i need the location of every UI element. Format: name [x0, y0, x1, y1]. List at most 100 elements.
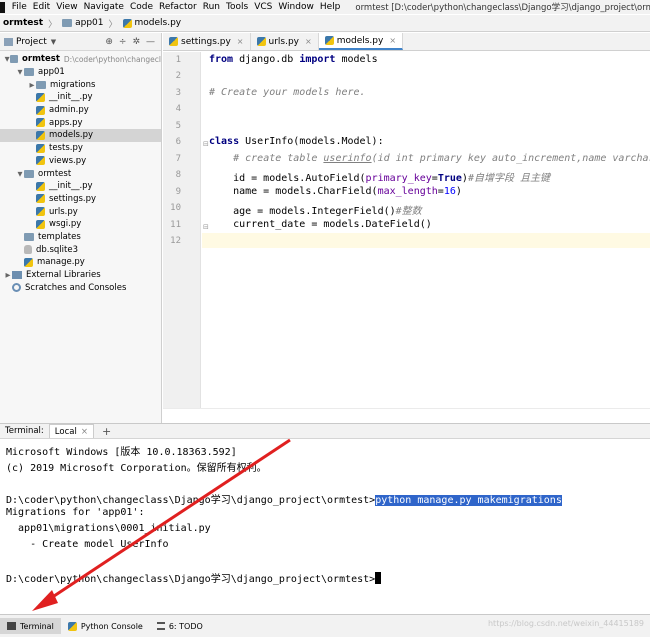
chevron-down-icon[interactable]: ▼: [16, 170, 24, 178]
hide-icon[interactable]: —: [146, 37, 155, 47]
project-icon: [4, 37, 13, 46]
menu-help[interactable]: Help: [317, 2, 344, 12]
tree-item[interactable]: views.py: [0, 155, 161, 168]
tree-item[interactable]: ▼ ormtest: [0, 167, 161, 180]
tree-item[interactable]: urls.py: [0, 205, 161, 218]
tree-item-label: admin.py: [49, 105, 89, 116]
tree-item[interactable]: admin.py: [0, 104, 161, 117]
code-editor[interactable]: 1 2 3 4 5 6 7 8 9 10 11 12 ⊟ ⊟ from djan…: [163, 52, 650, 408]
python-console-tool-button[interactable]: Python Console: [61, 618, 150, 634]
terminal-tool-button[interactable]: Terminal: [0, 618, 61, 634]
fold-marker-icon[interactable]: ⊟: [203, 140, 209, 148]
chevron-right-icon[interactable]: ▶: [4, 271, 12, 279]
tree-item-label: __init__.py: [49, 181, 93, 192]
project-panel: Project ▼ ⊕ ÷ ✲ — ▼ ormtest D:\coder\pytho…: [0, 33, 162, 423]
tab-label: settings.py: [181, 36, 231, 47]
terminal-tab-label: Local: [54, 426, 77, 437]
tree-item[interactable]: templates: [0, 231, 161, 244]
chevron-down-icon[interactable]: ▼: [16, 68, 24, 76]
editor-horizontal-strip: [163, 408, 650, 423]
breadcrumb-separator: 〉: [108, 19, 118, 30]
current-line-highlight: [202, 233, 650, 248]
close-icon[interactable]: ×: [81, 427, 88, 437]
tree-item[interactable]: ▶ External Libraries: [0, 269, 161, 282]
tree-item[interactable]: wsgi.py: [0, 218, 161, 231]
folder-icon: [24, 169, 34, 178]
line-number: 6: [175, 137, 181, 147]
tree-item[interactable]: settings.py: [0, 193, 161, 206]
database-icon: [24, 245, 32, 255]
code-line: class UserInfo(models.Model):: [209, 136, 384, 147]
tab-settings-py[interactable]: settings.py ×: [163, 33, 251, 50]
tree-item[interactable]: apps.py: [0, 116, 161, 129]
tool-button-label: Python Console: [80, 621, 143, 631]
terminal-output[interactable]: Microsoft Windows [版本 10.0.18363.592] (c…: [0, 440, 650, 614]
menu-navigate[interactable]: Navigate: [81, 2, 127, 12]
tree-item[interactable]: __init__.py: [0, 91, 161, 104]
project-panel-title[interactable]: Project: [16, 37, 47, 47]
todo-tool-button[interactable]: 6: TODO: [150, 618, 210, 634]
menu-edit[interactable]: Edit: [30, 2, 53, 12]
terminal-tab-local[interactable]: Local ×: [48, 424, 94, 438]
terminal-icon: [7, 622, 16, 630]
menu-run[interactable]: Run: [200, 2, 223, 12]
tab-models-py[interactable]: models.py ×: [318, 33, 404, 50]
python-file-icon: [36, 181, 45, 191]
tool-button-label: Terminal: [20, 621, 54, 631]
tree-item[interactable]: models.py: [0, 129, 161, 142]
tree-item[interactable]: db.sqlite3: [0, 243, 161, 256]
line-number-gutter: 1 2 3 4 5 6 7 8 9 10 11 12: [163, 52, 201, 408]
breadcrumb-item-models[interactable]: models.py: [120, 18, 185, 28]
python-file-icon: [122, 18, 132, 28]
tree-item-label: __init__.py: [49, 92, 93, 103]
tree-item-label: manage.py: [37, 257, 85, 268]
chevron-right-icon[interactable]: ▶: [28, 81, 36, 89]
fold-marker-icon[interactable]: ⊟: [203, 223, 209, 231]
gear-icon[interactable]: ✲: [132, 37, 140, 47]
tree-item-label: templates: [38, 231, 81, 242]
tree-item[interactable]: Scratches and Consoles: [0, 281, 161, 294]
python-file-icon: [324, 36, 334, 45]
tree-item-label: migrations: [50, 79, 96, 90]
line-number: 12: [170, 236, 181, 246]
close-icon[interactable]: ×: [305, 37, 312, 46]
breadcrumb-item-project[interactable]: ormtest: [0, 18, 46, 28]
menu-view[interactable]: View: [53, 2, 80, 12]
python-file-icon: [36, 156, 45, 166]
python-file-icon: [24, 257, 33, 267]
tree-item[interactable]: ▶ migrations: [0, 78, 161, 91]
breadcrumb-item-app01[interactable]: app01: [59, 18, 106, 28]
tree-item[interactable]: ▼ ormtest D:\coder\python\changecl: [0, 53, 161, 66]
tree-item-label: External Libraries: [26, 270, 101, 281]
python-file-icon: [36, 143, 45, 153]
line-number: 7: [175, 154, 181, 164]
code-line: from django.db import models: [209, 54, 378, 65]
menu-file[interactable]: File: [9, 2, 30, 12]
menu-window[interactable]: Window: [275, 2, 317, 12]
tree-item[interactable]: tests.py: [0, 142, 161, 155]
terminal-prompt: D:\coder\python\changeclass\Django学习\dja…: [6, 574, 376, 585]
menu-refactor[interactable]: Refactor: [156, 2, 200, 12]
tree-item[interactable]: __init__.py: [0, 180, 161, 193]
chevron-down-icon[interactable]: ▼: [51, 38, 56, 46]
terminal-line: Microsoft Windows [版本 10.0.18363.592]: [6, 447, 237, 458]
tab-urls-py[interactable]: urls.py ×: [251, 33, 319, 50]
close-icon[interactable]: ×: [389, 36, 396, 45]
breadcrumb: ormtest 〉 app01 〉 models.py: [0, 15, 650, 32]
tree-item-path-hint: D:\coder\python\changecl: [63, 54, 161, 64]
menu-vcs[interactable]: VCS: [251, 2, 275, 12]
menu-code[interactable]: Code: [127, 2, 156, 12]
collapse-all-icon[interactable]: ÷: [119, 37, 127, 47]
pycharm-logo-icon: [0, 1, 5, 13]
new-terminal-plus-icon[interactable]: +: [94, 425, 119, 438]
tree-item[interactable]: ▼ app01: [0, 66, 161, 79]
tree-item[interactable]: manage.py: [0, 256, 161, 269]
editor-tab-bar: settings.py × urls.py × models.py ×: [163, 33, 650, 51]
tree-item-label: views.py: [49, 155, 87, 166]
code-line: # Create your models here.: [209, 87, 366, 98]
tree-item-label: db.sqlite3: [36, 244, 79, 255]
locate-icon[interactable]: ⊕: [105, 37, 113, 47]
menu-tools[interactable]: Tools: [223, 2, 251, 12]
line-number: 1: [175, 55, 181, 65]
close-icon[interactable]: ×: [237, 37, 244, 46]
